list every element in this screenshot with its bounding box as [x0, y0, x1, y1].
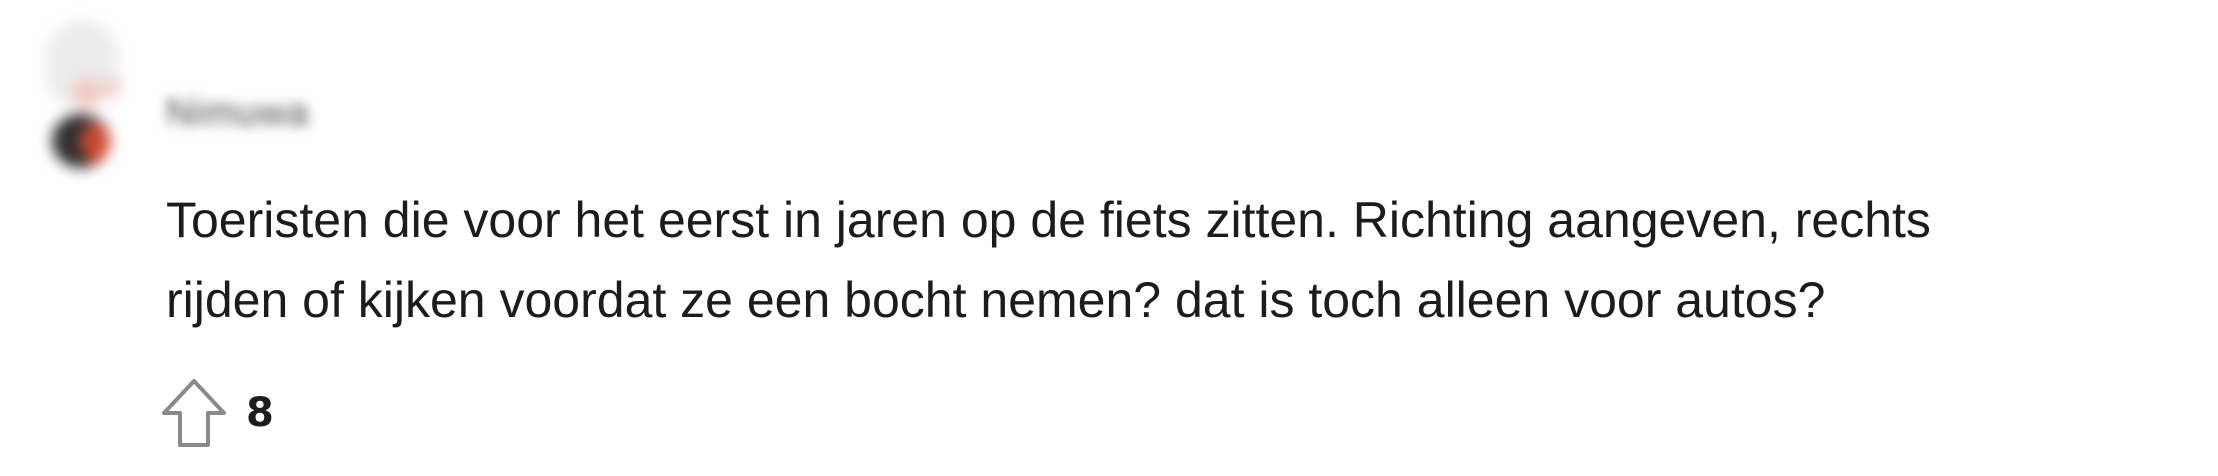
- comment: Nimuwa Toeristen die voor het eerst in j…: [0, 0, 2218, 476]
- avatar-body-accent: [80, 122, 110, 162]
- comment-text-line-2: rijden of kijken voordat ze een bocht ne…: [166, 272, 1826, 328]
- username[interactable]: Nimuwa: [166, 92, 309, 135]
- user-avatar-icon[interactable]: [28, 18, 128, 168]
- avatar-detail: [72, 78, 102, 108]
- vote-count: 8: [246, 390, 274, 436]
- comment-actions: 8: [160, 378, 274, 448]
- avatar-detail-2: [103, 76, 121, 98]
- comment-text-line-1: Toeristen die voor het eerst in jaren op…: [166, 192, 1931, 248]
- upvote-arrow-icon[interactable]: [160, 377, 228, 449]
- comment-body: Toeristen die voor het eerst in jaren op…: [166, 180, 2166, 340]
